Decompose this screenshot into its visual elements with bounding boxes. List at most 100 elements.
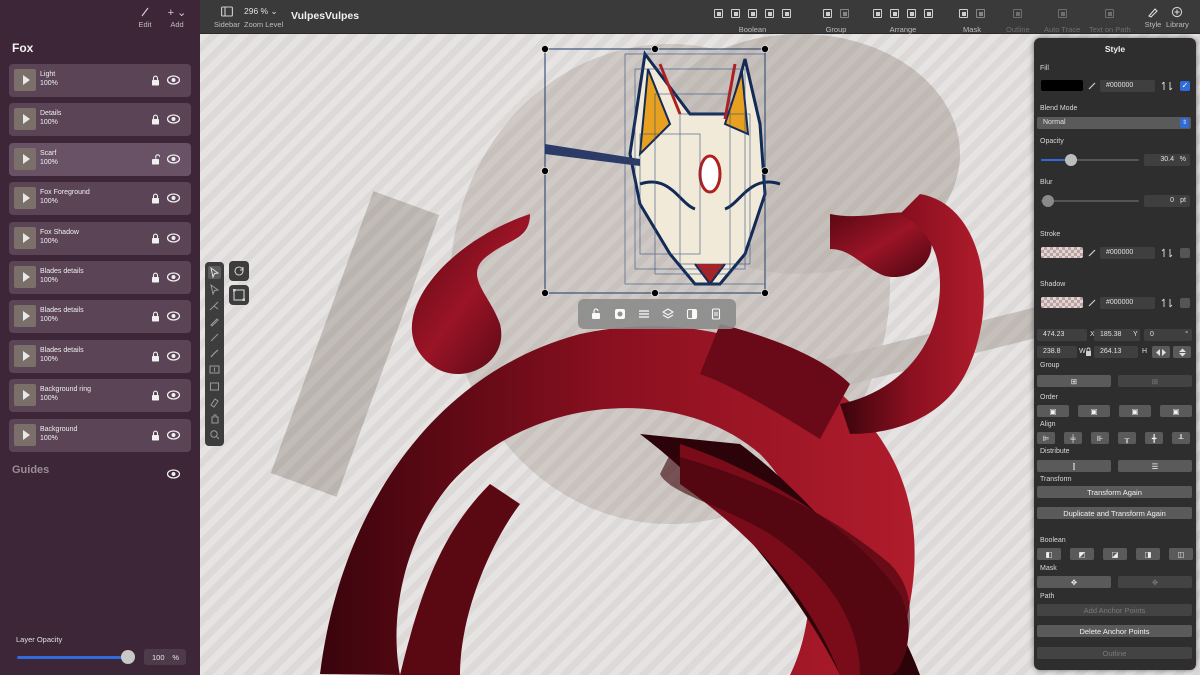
bring-forward-button[interactable]: ▣ [1078,405,1110,417]
group-button[interactable]: ⊞ [1037,375,1111,387]
auto-trace-toolbar-button[interactable]: Auto Trace [1044,6,1080,34]
shadow-hex-field[interactable]: #000000 [1100,297,1155,309]
layer-expand-arrow-icon[interactable] [14,187,36,210]
rotate-tool-button[interactable] [229,261,249,281]
stroke-color-swatch[interactable] [1041,247,1083,258]
lock-icon[interactable] [151,193,160,204]
bring-to-front-icon[interactable] [873,8,882,18]
boolean-union-button[interactable]: ◧ [1037,548,1061,560]
add-anchor-points-button[interactable]: Add Anchor Points [1037,604,1192,616]
document-icon[interactable] [710,308,722,320]
layers-stack-icon[interactable] [662,308,674,320]
library-toolbar-button[interactable]: Library [1166,6,1189,29]
pencil-tool-icon[interactable] [208,331,221,344]
node-tool-icon[interactable] [208,283,221,296]
mask-icon[interactable] [959,8,968,18]
eyedropper-icon[interactable] [1085,81,1099,91]
distribute-vertical-button[interactable]: ☰ [1118,460,1192,472]
record-icon[interactable] [614,308,626,320]
send-to-back-icon[interactable] [924,8,933,18]
lock-icon[interactable] [151,390,160,401]
x-position-field[interactable]: 474.23 [1037,329,1087,341]
align-left-button[interactable]: ⊫ [1037,432,1055,444]
layer-expand-arrow-icon[interactable] [14,384,36,407]
group-icon[interactable] [823,8,832,18]
unmask-button[interactable]: ✥ [1118,576,1192,588]
stroke-enabled-checkbox[interactable] [1180,248,1190,258]
bring-to-front-button[interactable]: ▣ [1037,405,1069,417]
align-top-button[interactable]: ╥ [1118,432,1136,444]
stroke-eyedropper-icon[interactable] [1085,248,1099,258]
style-toolbar-button[interactable]: Style [1142,6,1164,29]
text-tool-icon[interactable] [208,363,221,376]
fill-color-swatch[interactable] [1041,80,1083,91]
fill-hex-field[interactable]: #000000 [1100,80,1155,92]
shadow-swap-icon[interactable] [1160,298,1174,308]
pen-tool-icon[interactable] [208,315,221,328]
edit-button[interactable]: Edit [134,6,156,34]
visibility-eye-icon[interactable] [167,232,180,243]
align-center-button[interactable]: ╪ [1064,432,1082,444]
send-backward-icon[interactable] [907,8,916,18]
layer-row[interactable]: Light 100% [9,64,191,97]
shadow-enabled-checkbox[interactable] [1180,298,1190,308]
blend-mode-select[interactable]: Normal ⇕ [1037,117,1191,129]
layer-row[interactable]: Scarf 100% [9,142,191,176]
layer-expand-arrow-icon[interactable] [14,423,36,446]
lock-icon[interactable] [151,233,160,244]
layer-opacity-field[interactable]: 100 % [144,649,186,665]
flip-vertical-button[interactable] [1173,346,1191,358]
layer-expand-arrow-icon[interactable] [14,344,36,367]
ungroup-icon[interactable] [840,8,849,18]
union-icon[interactable] [714,8,723,18]
lock-icon[interactable] [151,272,160,283]
stroke-swap-icon[interactable] [1160,248,1174,258]
hand-tool-icon[interactable] [208,412,221,425]
visibility-eye-icon[interactable] [167,114,180,125]
boolean-exclude-button[interactable]: ◨ [1136,548,1160,560]
blur-slider-knob[interactable] [1042,195,1054,207]
layer-opacity-slider-knob[interactable] [121,650,135,664]
layer-expand-arrow-icon[interactable] [14,265,36,288]
flip-icon[interactable] [686,308,698,320]
layer-row[interactable]: Fox Shadow 100% [9,221,191,255]
fill-enabled-checkbox[interactable]: ✓ [1180,81,1190,91]
flip-horizontal-button[interactable] [1152,346,1170,358]
opacity-slider-knob[interactable] [1064,154,1077,166]
divide-icon[interactable] [782,8,791,18]
duplicate-and-transform-again-button[interactable]: Duplicate and Transform Again [1037,507,1192,519]
ungroup-button[interactable]: ⊞ [1118,375,1192,387]
shadow-color-swatch[interactable] [1041,297,1083,308]
layer-row[interactable]: Fox Foreground 100% [9,182,191,216]
visibility-eye-icon[interactable] [167,193,180,203]
visibility-eye-icon[interactable] [167,272,180,282]
exclude-icon[interactable] [765,8,774,18]
distribute-horizontal-button[interactable]: ⫿ [1037,460,1111,472]
lock-icon[interactable] [151,311,160,322]
shadow-eyedropper-icon[interactable] [1085,298,1099,308]
visibility-eye-icon[interactable] [167,351,180,361]
boolean-intersect-button[interactable]: ◪ [1103,548,1127,560]
width-field[interactable]: 238.8 [1037,346,1077,358]
distribute-lines-icon[interactable] [638,308,650,320]
bring-forward-icon[interactable] [890,8,899,18]
transform-tool-button[interactable] [229,285,249,305]
mask-button[interactable]: ✥ [1037,576,1111,588]
lock-icon[interactable] [151,430,160,441]
visibility-eye-icon[interactable] [167,154,180,164]
blur-slider[interactable] [1041,200,1139,202]
align-bottom-button[interactable]: ╨ [1172,432,1190,444]
layer-row[interactable]: Background ring 100% [9,379,191,413]
align-middle-button[interactable]: ╋ [1145,432,1163,444]
guides-visibility-eye-icon[interactable] [167,469,180,479]
layer-row[interactable]: Details 100% [9,103,191,137]
layer-expand-arrow-icon[interactable] [14,305,36,328]
layer-expand-arrow-icon[interactable] [14,147,36,170]
aspect-lock-icon[interactable] [1085,347,1092,357]
shape-tool-icon[interactable] [208,380,221,393]
swap-icon[interactable] [1160,81,1174,91]
transform-again-button[interactable]: Transform Again [1037,486,1192,498]
subtract-icon[interactable] [731,8,740,18]
blur-field[interactable]: 0 pt [1144,195,1190,207]
send-backward-button[interactable]: ▣ [1119,405,1151,417]
